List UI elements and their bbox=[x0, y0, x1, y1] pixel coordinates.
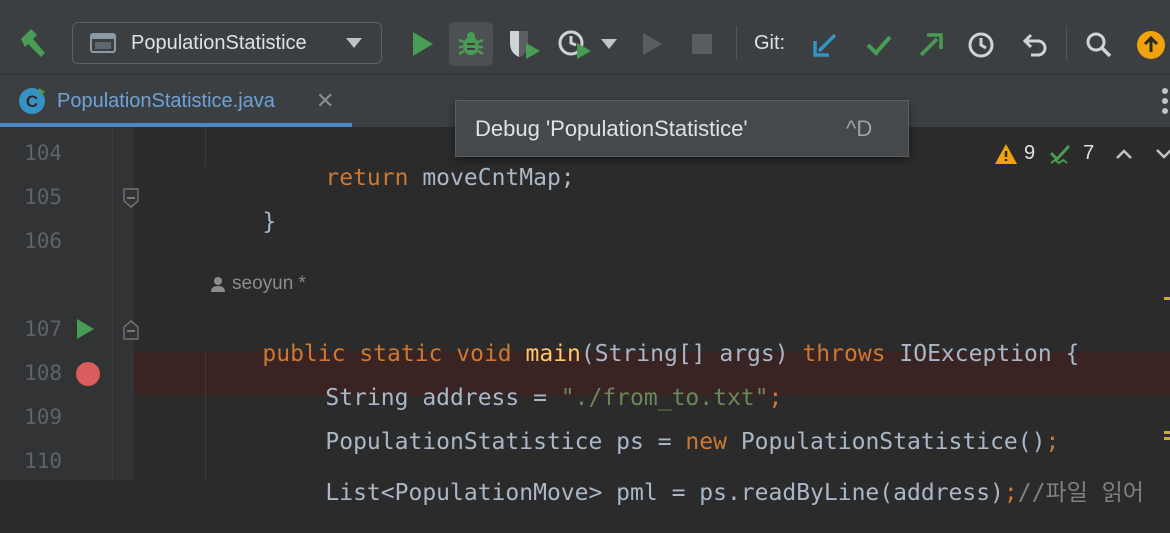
run-main-gutter-icon[interactable] bbox=[74, 317, 96, 341]
line-number: 104 bbox=[24, 141, 62, 165]
semicolon: ; bbox=[1003, 480, 1018, 506]
git-push-button[interactable] bbox=[914, 28, 948, 62]
chevron-down-icon bbox=[601, 39, 617, 49]
code-author-hint[interactable]: seoyun * bbox=[210, 273, 306, 295]
inspections-widget[interactable]: 9 7 bbox=[994, 142, 1170, 165]
line-number: 109 bbox=[24, 405, 62, 429]
coverage-icon bbox=[510, 31, 540, 59]
scrollbar-warning-marker[interactable] bbox=[1164, 431, 1170, 434]
scrollbar-warning-marker[interactable] bbox=[1164, 297, 1170, 300]
line-number: 106 bbox=[24, 229, 62, 253]
warning-count: 9 bbox=[1024, 142, 1036, 164]
resume-icon bbox=[643, 33, 662, 55]
git-commit-icon bbox=[866, 35, 892, 56]
git-push-icon bbox=[919, 33, 943, 57]
comment: //파일 읽어 bbox=[1017, 480, 1144, 506]
code-editor[interactable]: 104 105 106 107 108 109 110 return moveC… bbox=[0, 127, 1170, 506]
code-text: } bbox=[262, 209, 277, 235]
typo-check-icon bbox=[1050, 144, 1071, 164]
tab-populationstatistice-java[interactable]: C PopulationStatistice.java ✕ bbox=[0, 75, 352, 127]
search-everywhere-button[interactable] bbox=[1082, 28, 1116, 62]
update-available-icon bbox=[1137, 31, 1165, 59]
typo-count: 7 bbox=[1083, 142, 1095, 164]
git-update-icon bbox=[813, 33, 837, 57]
more-vertical-icon bbox=[1162, 88, 1168, 114]
tab-label: PopulationStatistice.java bbox=[57, 89, 275, 112]
user-icon bbox=[211, 277, 225, 292]
run-with-coverage-button[interactable] bbox=[505, 26, 545, 62]
code-text: IOException { bbox=[885, 341, 1080, 367]
git-rollback-icon bbox=[1022, 33, 1047, 57]
chevron-down-icon[interactable] bbox=[1154, 147, 1170, 161]
run-configuration-selector[interactable]: PopulationStatistice bbox=[72, 22, 382, 64]
chevron-down-icon bbox=[346, 38, 362, 48]
debug-tooltip: Debug 'PopulationStatistice' ^D bbox=[455, 100, 909, 157]
close-icon[interactable]: ✕ bbox=[316, 89, 334, 114]
tab-options-button[interactable] bbox=[1160, 87, 1170, 115]
run-icon bbox=[413, 32, 433, 56]
author-name: seoyun * bbox=[232, 273, 306, 294]
svg-text:C: C bbox=[26, 92, 38, 111]
git-label: Git: bbox=[754, 32, 786, 54]
run-button[interactable] bbox=[404, 26, 440, 62]
stop-icon bbox=[692, 34, 712, 54]
debug-button[interactable] bbox=[449, 22, 493, 66]
tooltip-text: Debug 'PopulationStatistice' bbox=[475, 115, 748, 141]
chevron-up-icon[interactable] bbox=[1114, 147, 1134, 161]
profile-button[interactable] bbox=[556, 26, 596, 62]
build-hammer-icon[interactable] bbox=[14, 26, 50, 62]
fold-end-icon[interactable] bbox=[122, 187, 140, 209]
ide-update-button[interactable] bbox=[1134, 28, 1168, 62]
fold-start-icon[interactable] bbox=[122, 319, 140, 341]
line-number: 108 bbox=[24, 361, 62, 385]
stop-button[interactable] bbox=[686, 26, 718, 62]
git-update-button[interactable] bbox=[808, 28, 842, 62]
keyword: throws bbox=[802, 341, 886, 367]
java-class-file-icon: C bbox=[19, 88, 45, 114]
keyword: return bbox=[325, 165, 409, 191]
toolbar-separator bbox=[736, 26, 737, 60]
more-run-options-dropdown[interactable] bbox=[598, 36, 620, 52]
code-text: moveCntMap; bbox=[408, 165, 575, 191]
git-commit-button[interactable] bbox=[862, 28, 896, 62]
gutter-divider bbox=[112, 127, 113, 480]
resume-button[interactable] bbox=[636, 26, 668, 62]
indent-guide bbox=[205, 127, 206, 167]
toolbar-separator bbox=[1066, 26, 1067, 60]
application-config-icon bbox=[90, 33, 116, 53]
debug-icon bbox=[458, 32, 484, 56]
warning-icon bbox=[995, 143, 1017, 164]
code-line-110[interactable]: List<PopulationMove> pml = ps.readByLine… bbox=[270, 447, 1144, 533]
git-rollback-button[interactable] bbox=[1018, 28, 1052, 62]
line-number: 110 bbox=[24, 449, 62, 473]
main-toolbar: PopulationStatistice Git: bbox=[0, 0, 1170, 75]
profile-icon bbox=[558, 30, 591, 59]
git-history-button[interactable] bbox=[964, 28, 998, 62]
git-history-icon bbox=[968, 32, 994, 58]
line-number: 107 bbox=[24, 317, 62, 341]
run-configuration-label: PopulationStatistice bbox=[131, 31, 307, 54]
scrollbar-warning-marker[interactable] bbox=[1164, 437, 1170, 440]
search-icon bbox=[1086, 32, 1112, 58]
code-text: List<PopulationMove> pml = ps.readByLine… bbox=[325, 480, 1004, 506]
breakpoint-icon[interactable] bbox=[74, 360, 102, 388]
code-line-105[interactable]: } bbox=[207, 183, 276, 261]
tooltip-shortcut: ^D bbox=[846, 115, 873, 141]
line-number: 105 bbox=[24, 185, 62, 209]
indent-guide bbox=[205, 352, 206, 480]
